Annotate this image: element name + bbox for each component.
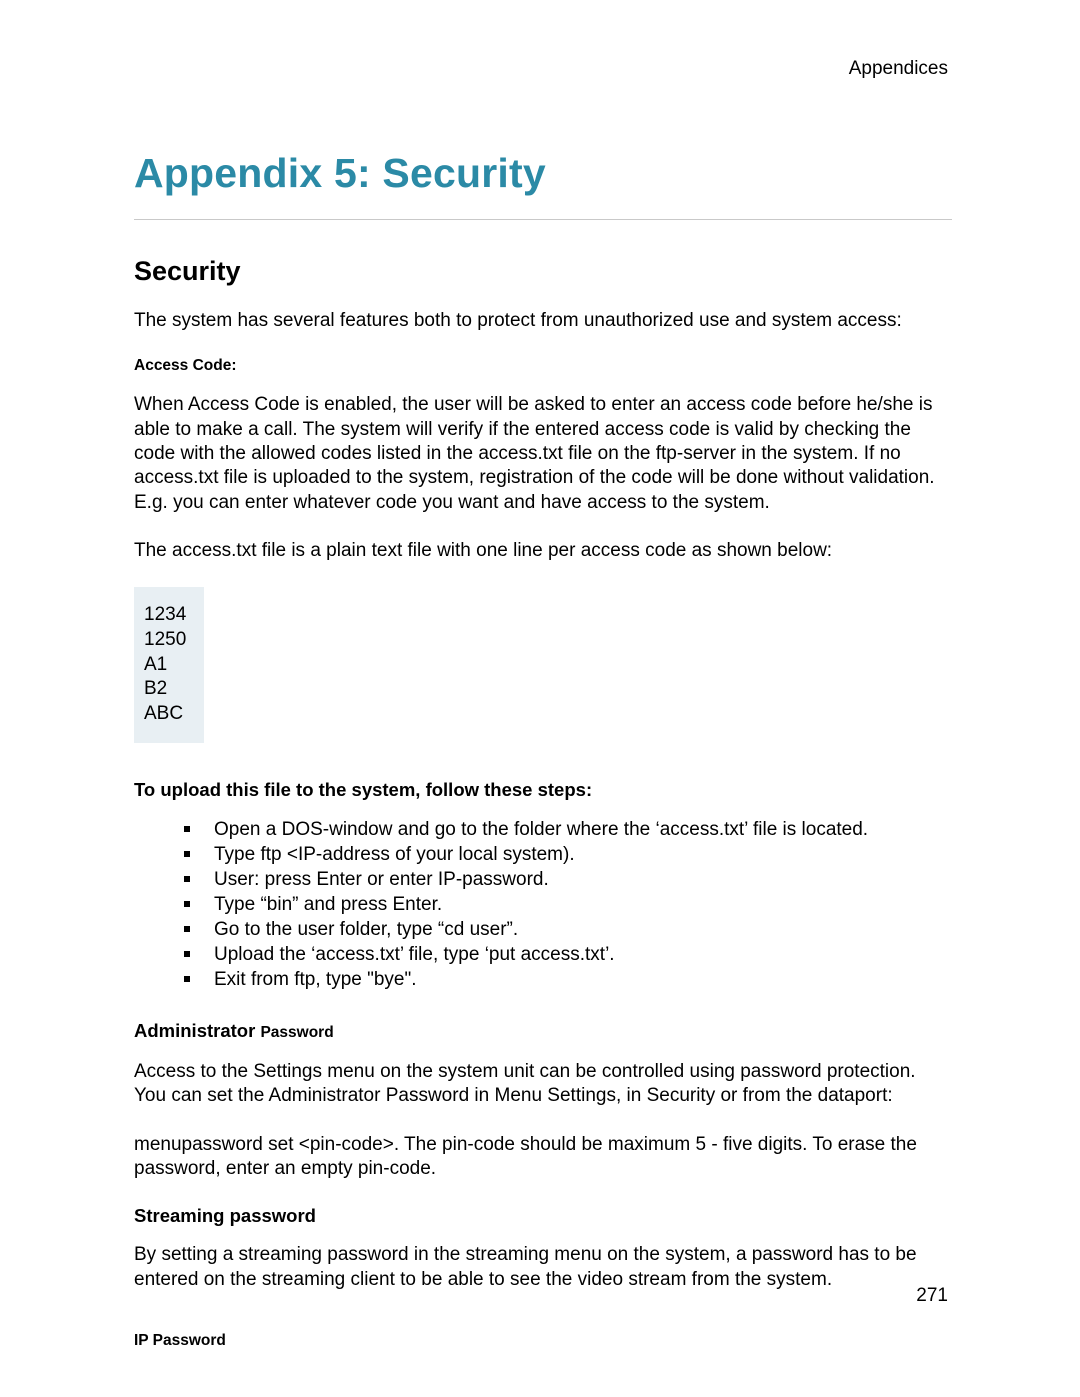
list-item: Upload the ‘access.txt’ file, type ‘put … [184, 942, 952, 967]
access-code-paragraph-2: The access.txt file is a plain text file… [134, 539, 952, 563]
code-line: B2 [144, 677, 186, 702]
list-item: Type ftp <IP-address of your local syste… [184, 842, 952, 867]
ip-password-heading: IP Password [134, 1332, 952, 1350]
upload-steps-heading: To upload this file to the system, follo… [134, 779, 952, 801]
admin-heading-part2: Password [260, 1024, 333, 1041]
code-line: 1250 [144, 628, 186, 653]
intro-paragraph: The system has several features both to … [134, 309, 952, 333]
upload-steps-list: Open a DOS-window and go to the folder w… [134, 817, 952, 993]
list-item: User: press Enter or enter IP-password. [184, 867, 952, 892]
streaming-password-heading: Streaming password [134, 1205, 952, 1227]
streaming-paragraph: By setting a streaming password in the s… [134, 1243, 952, 1292]
header-section-label: Appendices [134, 58, 948, 80]
list-item: Exit from ftp, type "bye". [184, 967, 952, 992]
access-code-paragraph-1: When Access Code is enabled, the user wi… [134, 393, 952, 515]
admin-heading-part1: Administrator [134, 1020, 260, 1041]
section-title: Security [134, 256, 952, 287]
list-item: Go to the user folder, type “cd user”. [184, 917, 952, 942]
admin-paragraph-2: menupassword set <pin-code>. The pin-cod… [134, 1133, 952, 1182]
access-code-heading: Access Code: [134, 357, 952, 375]
code-line: ABC [144, 702, 186, 727]
appendix-title: Appendix 5: Security [134, 150, 952, 197]
access-codes-example: 1234 1250 A1 B2 ABC [134, 587, 204, 742]
list-item: Open a DOS-window and go to the folder w… [184, 817, 952, 842]
admin-paragraph-1: Access to the Settings menu on the syste… [134, 1060, 952, 1109]
code-line: 1234 [144, 603, 186, 628]
document-page: Appendices Appendix 5: Security Security… [0, 0, 1080, 1397]
page-number: 271 [916, 1285, 948, 1307]
admin-password-heading: Administrator Password [134, 1020, 952, 1042]
list-item: Type “bin” and press Enter. [184, 892, 952, 917]
code-line: A1 [144, 653, 186, 678]
divider [134, 219, 952, 220]
